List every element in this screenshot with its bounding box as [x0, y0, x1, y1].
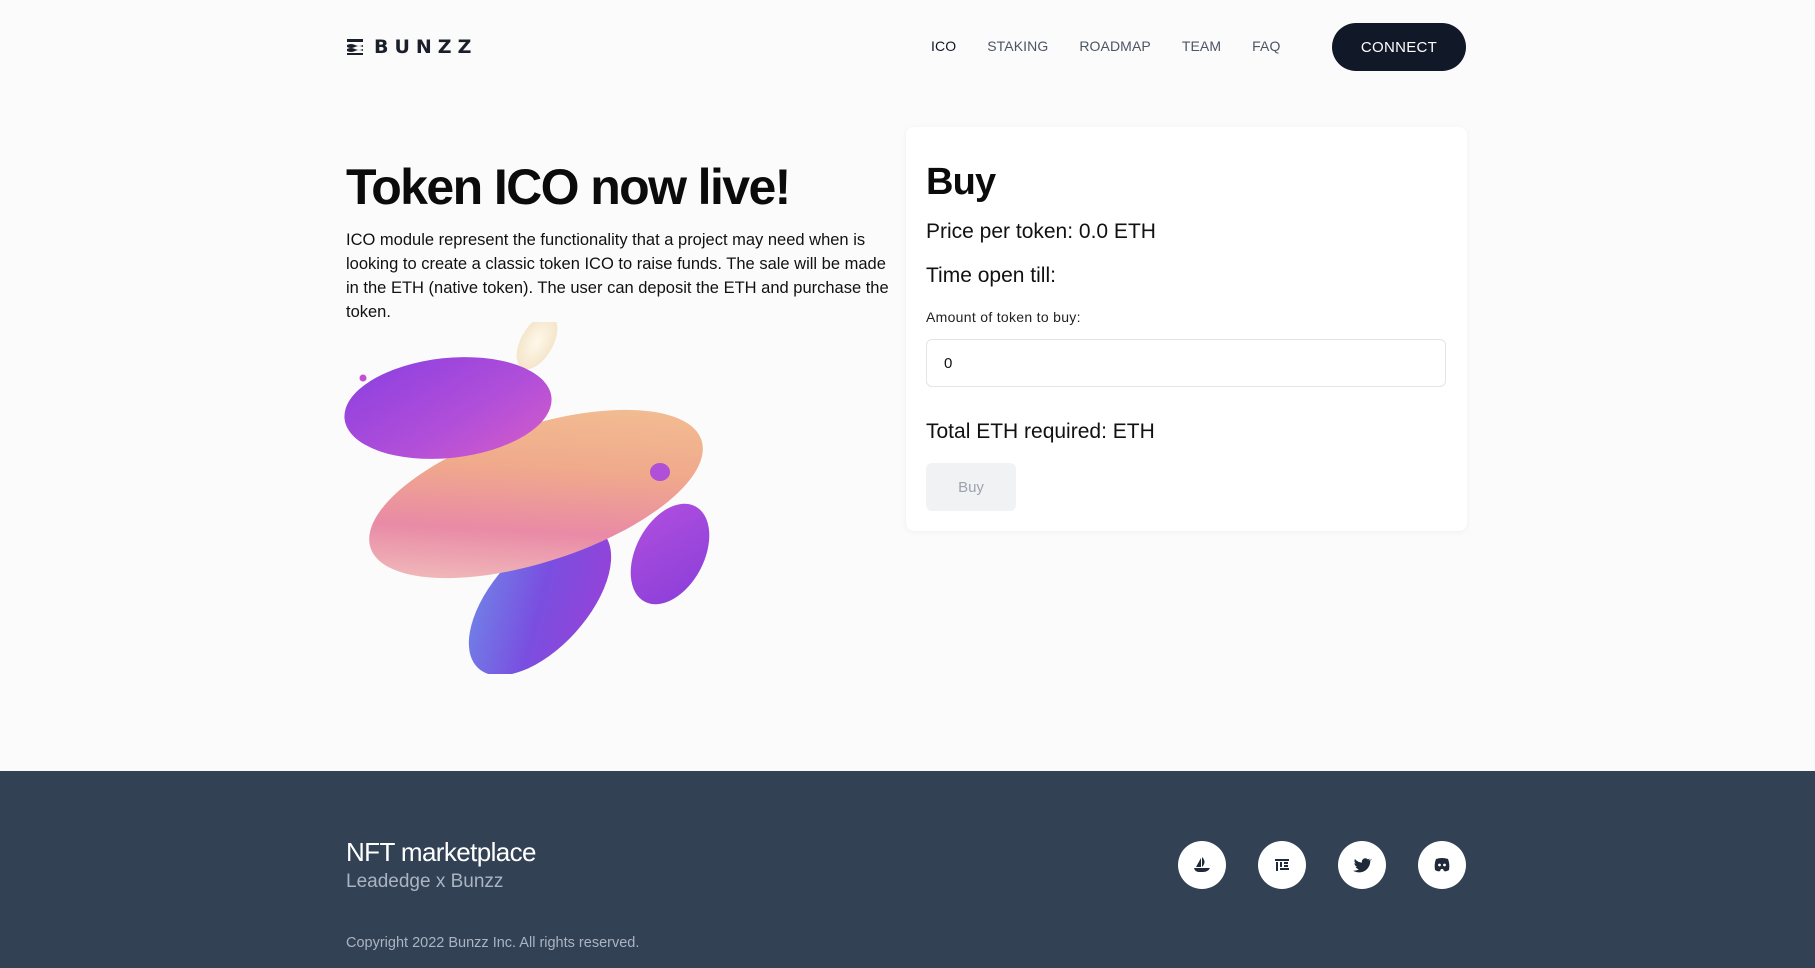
- hero-description: ICO module represent the functionality t…: [346, 231, 889, 321]
- twitter-icon: [1352, 858, 1372, 873]
- logo-mark-icon: [347, 39, 363, 55]
- main-nav: ICO STAKING ROADMAP TEAM FAQ: [931, 38, 1311, 54]
- nav-item-ico[interactable]: ICO: [931, 38, 956, 54]
- footer-subtitle: Leadedge x Bunzz: [346, 871, 504, 892]
- footer-title: NFT marketplace: [346, 837, 537, 867]
- discord-link[interactable]: [1418, 841, 1466, 889]
- logo-text: BUNZZ: [374, 36, 478, 58]
- looksrare-icon: [1275, 859, 1289, 871]
- bunzz-logo[interactable]: BUNZZ: [346, 36, 478, 58]
- amount-input[interactable]: [926, 339, 1446, 387]
- total-eth-required: Total ETH required: ETH: [926, 420, 1155, 443]
- hero-title: Token ICO now live!: [346, 159, 791, 215]
- nav-item-roadmap[interactable]: ROADMAP: [1079, 38, 1151, 54]
- amount-label: Amount of token to buy:: [926, 309, 1081, 325]
- opensea-icon: [1194, 857, 1210, 872]
- opensea-link[interactable]: [1178, 841, 1226, 889]
- twitter-link[interactable]: [1338, 841, 1386, 889]
- social-links: [1178, 841, 1466, 889]
- discord-icon: [1434, 858, 1450, 872]
- connect-wallet-button[interactable]: CONNECT: [1332, 23, 1466, 71]
- copyright-text: Copyright 2022 Bunzz Inc. All rights res…: [346, 935, 640, 951]
- looksrare-link[interactable]: [1258, 841, 1306, 889]
- nav-item-faq[interactable]: FAQ: [1252, 38, 1280, 54]
- buy-button[interactable]: Buy: [926, 463, 1016, 511]
- time-open-till: Time open till:: [926, 264, 1056, 287]
- buy-card: Buy Price per token: 0.0 ETH Time open t…: [906, 127, 1467, 531]
- buy-card-title: Buy: [926, 161, 996, 203]
- nav-item-team[interactable]: TEAM: [1182, 38, 1221, 54]
- top-header: BUNZZ ICO STAKING ROADMAP TEAM FAQ CONNE…: [0, 0, 1815, 94]
- nav-item-staking[interactable]: STAKING: [987, 38, 1048, 54]
- footer: NFT marketplace Leadedge x Bunzz Copyrig…: [0, 771, 1815, 968]
- hero-blob-illustration: [344, 322, 710, 674]
- price-per-token: Price per token: 0.0 ETH: [926, 220, 1156, 243]
